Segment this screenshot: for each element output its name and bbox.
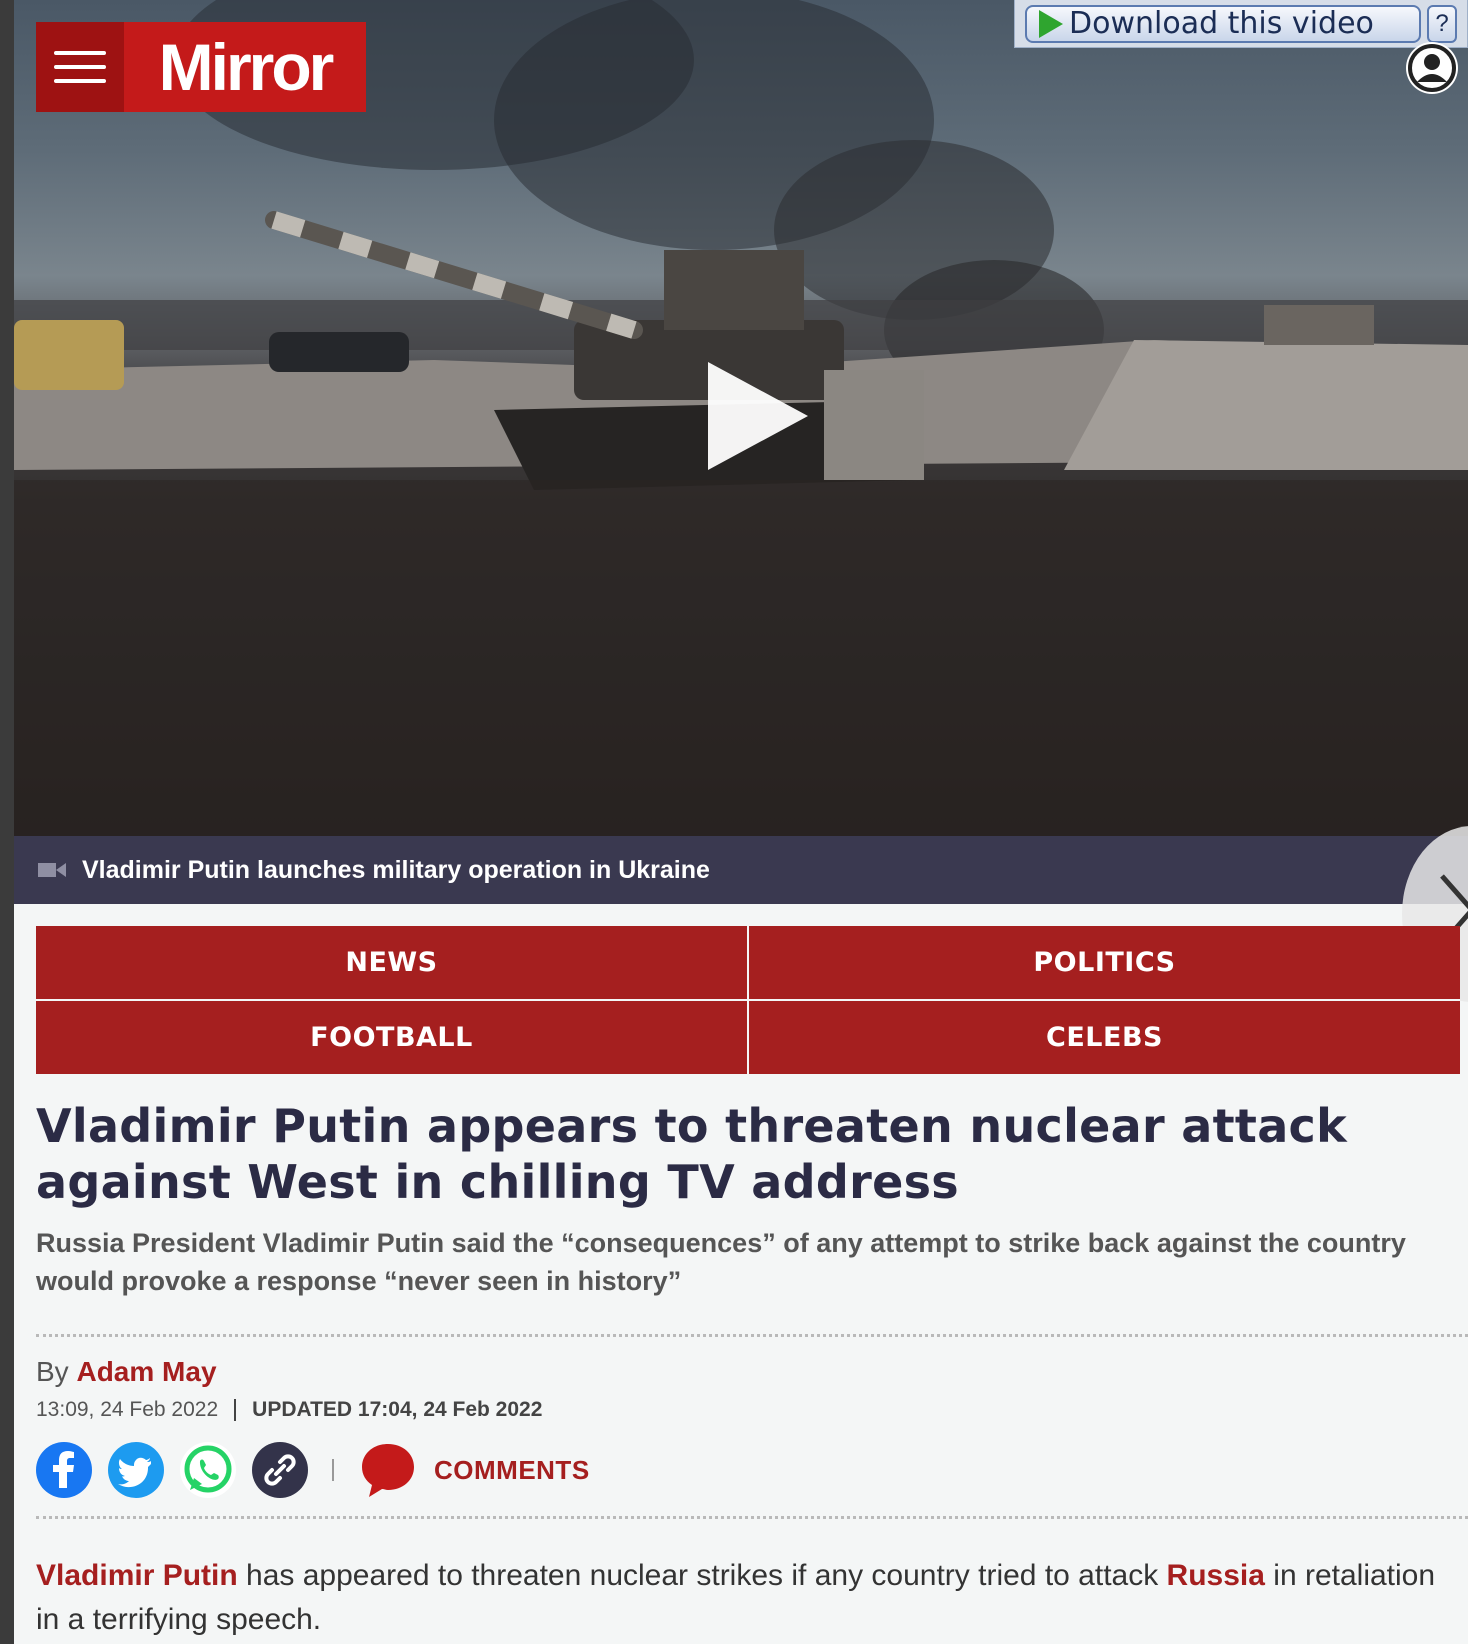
divider [36,1334,1468,1337]
link-vladimir-putin[interactable]: Vladimir Putin [36,1559,238,1592]
download-toolbar: Download this video ? [1014,0,1468,48]
comments-link[interactable]: COMMENTS [434,1455,590,1486]
body-text-segment: has appeared to threaten nuclear strikes… [237,1559,1167,1592]
whatsapp-icon[interactable] [180,1442,236,1498]
play-triangle-icon [1039,9,1063,38]
section-nav: NEWS POLITICS FOOTBALL CELEBS [36,926,1460,1074]
article-body-paragraph: Vladimir Putin has appeared to threaten … [36,1554,1456,1642]
byline: By Adam May [36,1356,217,1388]
article-standfirst: Russia President Vladimir Putin said the… [36,1228,1406,1296]
play-icon[interactable] [704,360,814,472]
download-label: Download this video [1069,6,1374,41]
divider [36,1516,1468,1519]
video-player[interactable]: Mirror Download this video ? [14,0,1468,836]
link-icon[interactable] [252,1442,308,1498]
link-russia[interactable]: Russia [1167,1559,1265,1592]
article-dates: 13:09, 24 Feb 2022 UPDATED 17:04, 24 Feb… [36,1398,542,1422]
date-separator [234,1399,237,1421]
video-camera-icon [38,863,66,877]
share-bar: COMMENTS [36,1440,590,1500]
download-video-button[interactable]: Download this video [1025,4,1421,43]
video-caption-bar: Vladimir Putin launches military operati… [14,836,1468,904]
nav-politics[interactable]: POLITICS [749,926,1460,999]
twitter-icon[interactable] [108,1442,164,1498]
help-button[interactable]: ? [1427,4,1457,43]
mirror-logo[interactable]: Mirror [36,22,366,112]
brand-wordmark: Mirror [158,30,335,104]
author-link[interactable]: Adam May [76,1356,216,1387]
share-separator [332,1459,334,1481]
updated-time: UPDATED 17:04, 24 Feb 2022 [252,1398,543,1421]
byline-prefix: By [36,1356,69,1387]
article-page: Mirror Download this video ? Vladimir Pu… [14,0,1468,1644]
nav-news[interactable]: NEWS [36,926,747,999]
comment-bubble-icon[interactable] [358,1440,418,1500]
user-account-icon[interactable] [1404,40,1460,96]
article-headline: Vladimir Putin appears to threaten nucle… [36,1099,1348,1209]
published-time: 13:09, 24 Feb 2022 [36,1398,219,1421]
nav-celebs[interactable]: CELEBS [749,1001,1460,1074]
video-caption: Vladimir Putin launches military operati… [82,855,710,884]
facebook-icon[interactable] [36,1442,92,1498]
menu-icon[interactable] [36,22,124,112]
nav-football[interactable]: FOOTBALL [36,1001,747,1074]
